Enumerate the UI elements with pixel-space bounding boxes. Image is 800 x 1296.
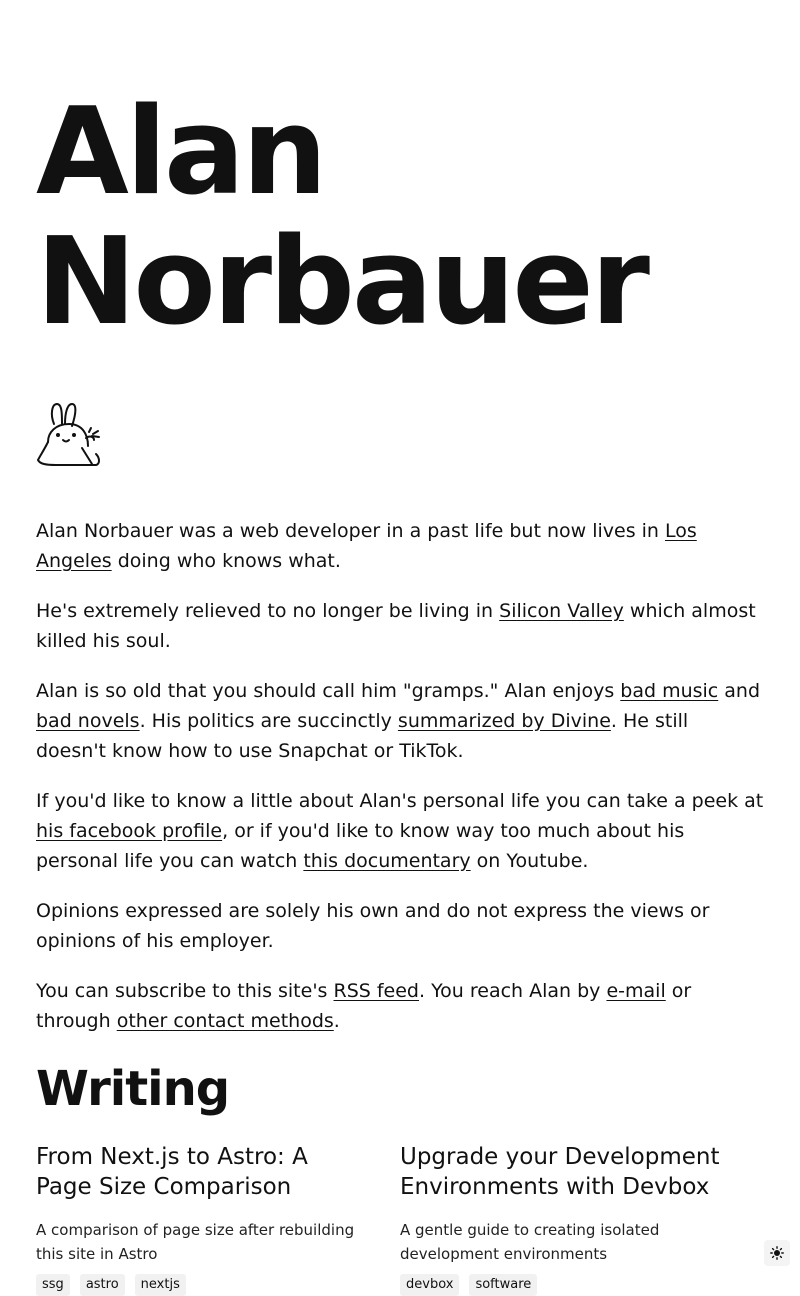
bio-text: . bbox=[333, 1010, 340, 1032]
bio-text: Alan Norbauer was a web developer in a p… bbox=[36, 520, 665, 542]
bad-novels-link[interactable]: bad novels bbox=[36, 710, 140, 732]
bad-music-link[interactable]: bad music bbox=[620, 680, 718, 702]
bio-text: Opinions expressed are solely his own an… bbox=[36, 900, 710, 952]
bio-text: If you'd like to know a little about Ala… bbox=[36, 790, 764, 812]
bunny-logo-icon bbox=[37, 403, 100, 466]
bio-text: Alan is so old that you should call him … bbox=[36, 680, 621, 702]
bio-paragraph-location: Alan Norbauer was a web developer in a p… bbox=[36, 516, 764, 576]
bio-paragraph-personal-life: If you'd like to know a little about Ala… bbox=[36, 786, 764, 876]
rss-feed-link[interactable]: RSS feed bbox=[334, 980, 420, 1002]
bio-text: You can subscribe to this site's bbox=[36, 980, 334, 1002]
bio-paragraph-interests: Alan is so old that you should call him … bbox=[36, 676, 764, 766]
post-card[interactable]: From Next.js to Astro: A Page Size Compa… bbox=[36, 1142, 364, 1296]
bio-text: . You reach Alan by bbox=[419, 980, 607, 1002]
site-title: Alan Norbauer bbox=[36, 0, 764, 348]
bio-text: . His politics are succinctly bbox=[139, 710, 398, 732]
post-description: A gentle guide to creating isolated deve… bbox=[400, 1221, 660, 1263]
post-tags: devbox software bbox=[400, 1274, 728, 1296]
tag[interactable]: nextjs bbox=[134, 1274, 186, 1296]
bio-paragraph-silicon-valley: He's extremely relieved to no longer be … bbox=[36, 596, 764, 656]
post-title[interactable]: Upgrade your Development Environments wi… bbox=[400, 1142, 728, 1202]
bio-section: Alan Norbauer was a web developer in a p… bbox=[36, 516, 764, 1036]
facebook-profile-link[interactable]: his facebook profile bbox=[36, 820, 222, 842]
post-description: A comparison of page size after rebuildi… bbox=[36, 1221, 355, 1263]
bio-text: on Youtube. bbox=[470, 850, 589, 872]
tag[interactable]: devbox bbox=[400, 1274, 460, 1296]
bio-text: and bbox=[718, 680, 761, 702]
sun-icon bbox=[770, 1246, 784, 1260]
bio-paragraph-disclaimer: Opinions expressed are solely his own an… bbox=[36, 896, 764, 956]
page-container: Alan Norbauer Alan Norbauer was a web de… bbox=[36, 0, 764, 1296]
post-card[interactable]: Upgrade your Development Environments wi… bbox=[400, 1142, 728, 1296]
tag[interactable]: ssg bbox=[36, 1274, 70, 1296]
tag[interactable]: software bbox=[469, 1274, 538, 1296]
bio-text: doing who knows what. bbox=[111, 550, 341, 572]
summarized-by-divine-link[interactable]: summarized by Divine bbox=[398, 710, 611, 732]
writing-heading: Writing bbox=[36, 1061, 230, 1117]
post-tags: ssg astro nextjs bbox=[36, 1274, 364, 1296]
post-list: From Next.js to Astro: A Page Size Compa… bbox=[36, 1142, 764, 1296]
title-line-last: Norbauer bbox=[36, 213, 650, 352]
documentary-link[interactable]: this documentary bbox=[303, 850, 470, 872]
post-title[interactable]: From Next.js to Astro: A Page Size Compa… bbox=[36, 1142, 364, 1202]
bio-text: He's extremely relieved to no longer be … bbox=[36, 600, 500, 622]
tag[interactable]: astro bbox=[79, 1274, 125, 1296]
email-link[interactable]: e-mail bbox=[606, 980, 665, 1002]
silicon-valley-link[interactable]: Silicon Valley bbox=[499, 600, 624, 622]
title-line-first: Alan bbox=[36, 83, 327, 222]
contact-methods-link[interactable]: other contact methods bbox=[117, 1010, 334, 1032]
bio-paragraph-contact: You can subscribe to this site's RSS fee… bbox=[36, 976, 764, 1036]
theme-toggle-button[interactable] bbox=[764, 1240, 790, 1266]
